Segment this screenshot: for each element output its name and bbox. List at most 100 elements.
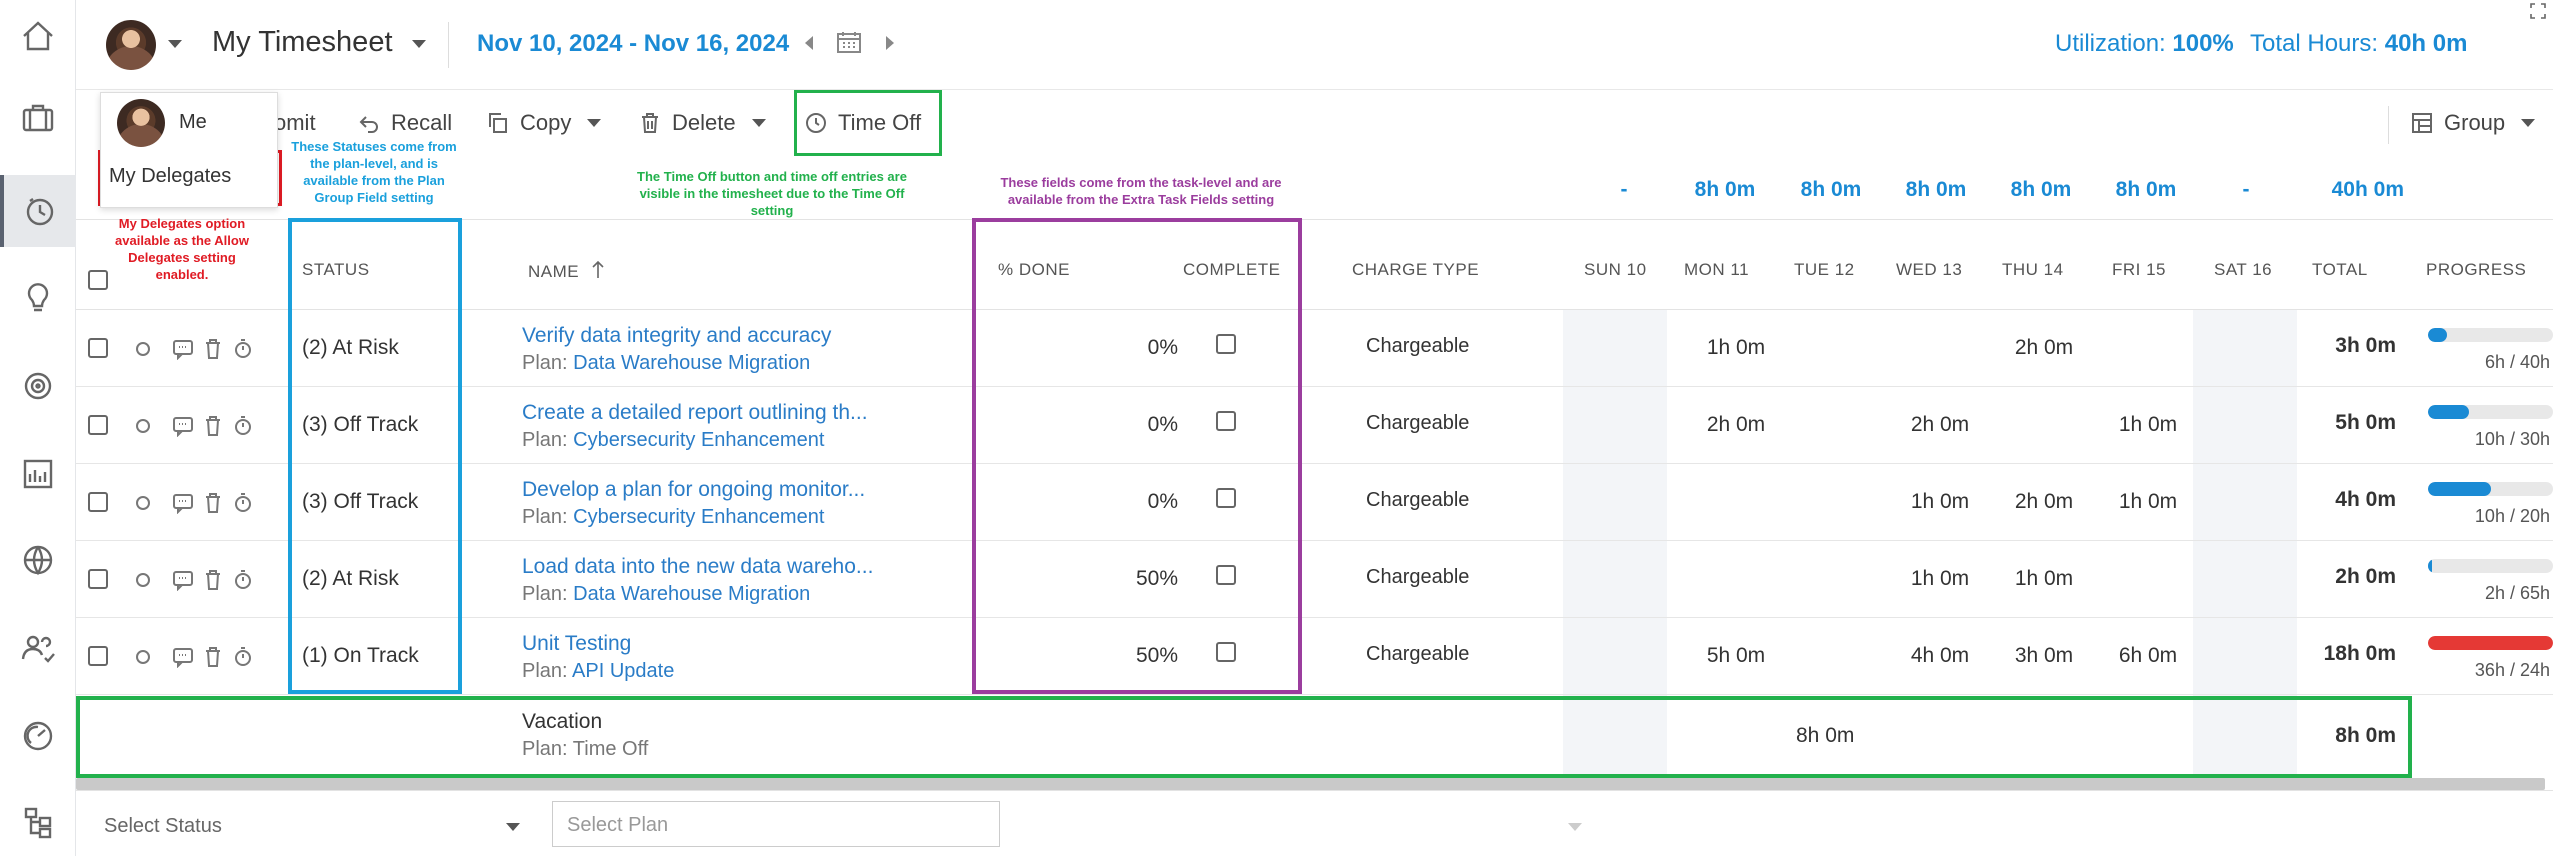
task-name-link[interactable]: Verify data integrity and accuracy: [522, 324, 831, 348]
target-icon[interactable]: [0, 350, 76, 422]
menu-item-me[interactable]: Me: [179, 111, 207, 134]
circle-icon[interactable]: [132, 646, 154, 668]
hours-mon[interactable]: 5h 0m: [1686, 644, 1786, 668]
plan-link[interactable]: Cybersecurity Enhancement: [573, 506, 824, 528]
row-checkbox[interactable]: [88, 338, 108, 358]
home-icon[interactable]: [0, 0, 76, 72]
trash-icon[interactable]: [202, 646, 224, 668]
expand-icon[interactable]: [2529, 2, 2547, 20]
hours-fri[interactable]: 6h 0m: [2098, 644, 2198, 668]
hours-wed[interactable]: 1h 0m: [1890, 490, 1990, 514]
trash-icon[interactable]: [202, 338, 224, 360]
col-wed[interactable]: WED 13: [1896, 260, 1962, 280]
col-total[interactable]: TOTAL: [2312, 260, 2368, 280]
col-fri[interactable]: FRI 15: [2112, 260, 2166, 280]
row-checkbox[interactable]: [88, 492, 108, 512]
charge-type-cell[interactable]: Chargeable: [1366, 489, 1469, 512]
circle-icon[interactable]: [132, 492, 154, 514]
lightbulb-icon[interactable]: [0, 262, 76, 334]
globe-icon[interactable]: [0, 524, 76, 596]
col-progress[interactable]: PROGRESS: [2426, 260, 2526, 280]
col-sat[interactable]: SAT 16: [2214, 260, 2272, 280]
select-status-dropdown[interactable]: Select Status: [104, 815, 222, 838]
trash-icon[interactable]: [202, 569, 224, 591]
plan-link[interactable]: Cybersecurity Enhancement: [573, 429, 824, 451]
chevron-down-icon[interactable]: [1568, 823, 1582, 831]
charge-type-cell[interactable]: Chargeable: [1366, 643, 1469, 666]
next-week-icon[interactable]: [886, 36, 894, 50]
task-plan: Plan: Cybersecurity Enhancement: [522, 506, 824, 529]
comment-icon[interactable]: [172, 415, 194, 438]
charge-type-cell[interactable]: Chargeable: [1366, 335, 1469, 358]
circle-icon[interactable]: [132, 338, 154, 360]
recall-button[interactable]: Recall: [357, 110, 452, 136]
row-checkbox[interactable]: [88, 415, 108, 435]
select-plan-input[interactable]: Select Plan: [552, 801, 1000, 847]
hours-mon[interactable]: 1h 0m: [1686, 336, 1786, 360]
plan-link[interactable]: Data Warehouse Migration: [573, 352, 810, 374]
horizontal-scrollbar[interactable]: [76, 778, 2545, 790]
hours-wed[interactable]: 2h 0m: [1890, 413, 1990, 437]
trash-icon[interactable]: [202, 415, 224, 437]
timer-icon[interactable]: [232, 415, 254, 437]
col-sun[interactable]: SUN 10: [1584, 260, 1647, 280]
menu-item-my-delegates[interactable]: My Delegates: [109, 165, 231, 188]
hours-fri[interactable]: 1h 0m: [2098, 413, 2198, 437]
timer-icon[interactable]: [232, 646, 254, 668]
comment-icon[interactable]: [172, 646, 194, 669]
chevron-down-icon[interactable]: [506, 823, 520, 831]
col-tue[interactable]: TUE 12: [1794, 260, 1855, 280]
copy-button[interactable]: Copy: [486, 110, 602, 136]
timer-icon[interactable]: [232, 492, 254, 514]
comment-icon[interactable]: [172, 338, 194, 361]
plan-prefix: Plan:: [522, 583, 568, 605]
hours-thu[interactable]: 3h 0m: [1994, 644, 2094, 668]
previous-week-icon[interactable]: [805, 36, 813, 50]
circle-icon[interactable]: [132, 415, 154, 437]
hours-thu[interactable]: 1h 0m: [1994, 567, 2094, 591]
sort-asc-icon[interactable]: [592, 260, 604, 280]
dashboard-icon[interactable]: [0, 700, 76, 772]
avatar[interactable]: [106, 20, 156, 70]
col-thu[interactable]: THU 14: [2002, 260, 2064, 280]
comment-icon[interactable]: [172, 492, 194, 515]
charge-type-cell[interactable]: Chargeable: [1366, 412, 1469, 435]
select-all-checkbox[interactable]: [88, 270, 108, 290]
task-name-link[interactable]: Develop a plan for ongoing monitor...: [522, 478, 865, 502]
col-name[interactable]: NAME: [528, 260, 604, 282]
task-name-link[interactable]: Load data into the new data wareho...: [522, 555, 873, 579]
col-charge-type[interactable]: CHARGE TYPE: [1352, 260, 1479, 280]
circle-icon[interactable]: [132, 569, 154, 591]
hours-fri[interactable]: 1h 0m: [2098, 490, 2198, 514]
hours-mon[interactable]: 2h 0m: [1686, 413, 1786, 437]
calendar-icon[interactable]: [836, 30, 862, 54]
hierarchy-icon[interactable]: [0, 786, 76, 856]
briefcase-icon[interactable]: [0, 82, 76, 154]
delete-button[interactable]: Delete: [638, 110, 766, 136]
hours-thu[interactable]: 2h 0m: [1994, 336, 2094, 360]
hours-thu[interactable]: 2h 0m: [1994, 490, 2094, 514]
row-checkbox[interactable]: [88, 646, 108, 666]
group-button[interactable]: Group: [2410, 110, 2536, 136]
timer-icon[interactable]: [232, 569, 254, 591]
plan-link[interactable]: API Update: [572, 660, 674, 682]
chevron-down-icon[interactable]: [168, 40, 182, 48]
comment-icon[interactable]: [172, 569, 194, 592]
timesheet-icon[interactable]: [0, 175, 76, 247]
date-range[interactable]: Nov 10, 2024 - Nov 16, 2024: [477, 30, 789, 58]
hours-wed[interactable]: 4h 0m: [1890, 644, 1990, 668]
col-mon[interactable]: MON 11: [1684, 260, 1749, 280]
charge-type-cell[interactable]: Chargeable: [1366, 566, 1469, 589]
row-checkbox[interactable]: [88, 569, 108, 589]
submit-button[interactable]: omit: [274, 110, 316, 136]
task-name-link[interactable]: Unit Testing: [522, 632, 631, 656]
people-icon[interactable]: [0, 612, 76, 684]
task-name-link[interactable]: Create a detailed report outlining th...: [522, 401, 868, 425]
hours-wed[interactable]: 1h 0m: [1890, 567, 1990, 591]
reports-icon[interactable]: [0, 438, 76, 510]
trash-icon[interactable]: [202, 492, 224, 514]
plan-link[interactable]: Data Warehouse Migration: [573, 583, 810, 605]
timer-icon[interactable]: [232, 338, 254, 360]
chevron-down-icon[interactable]: [412, 40, 426, 48]
page-title[interactable]: My Timesheet: [212, 26, 393, 59]
